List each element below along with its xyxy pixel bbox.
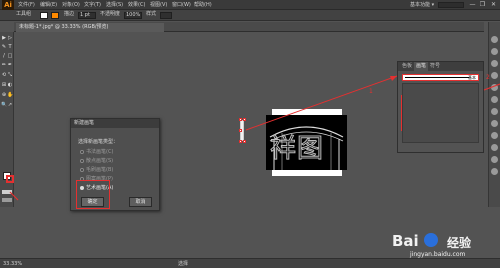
menu-object[interactable]: 对象(O) — [62, 0, 80, 10]
type-tool-icon[interactable]: T — [7, 44, 13, 50]
selection-handle[interactable] — [239, 140, 242, 143]
tab-symbols[interactable]: 符号 — [428, 62, 442, 71]
baidu-paw-icon — [424, 233, 438, 247]
screen-mode-icon[interactable] — [2, 198, 12, 202]
layers-panel-icon[interactable] — [491, 144, 498, 151]
radio-bristle-brush[interactable]: 毛刷画笔(B) — [80, 167, 113, 173]
document-tab-bar: 未标题-1*.jpg* @ 33.33% (RGB/预览) — [14, 22, 484, 32]
radio-label: 毛刷画笔(B) — [86, 167, 114, 173]
menu-window[interactable]: 窗口(W) — [172, 0, 191, 10]
fill-swatch[interactable] — [40, 12, 48, 19]
style-label: 样式 — [146, 11, 157, 17]
annotation-mark — [401, 95, 402, 131]
opacity-label: 不透明度 — [100, 11, 121, 17]
radio-scatter-brush[interactable]: 散点画笔(S) — [80, 158, 113, 164]
gradient-tool-icon[interactable]: ◐ — [7, 82, 13, 88]
selection-handle[interactable] — [239, 118, 242, 121]
radio-dot-icon — [80, 167, 84, 172]
tab-swatches[interactable]: 色板 — [400, 62, 414, 71]
minimize-icon[interactable]: — — [468, 1, 477, 9]
illustrator-window: Ai 文件(F) 编辑(E) 对象(O) 文字(T) 选择(S) 效果(C) 视… — [0, 0, 500, 268]
gradient-panel-icon[interactable] — [491, 96, 498, 103]
direct-selection-tool-icon[interactable]: ▷ — [7, 35, 13, 41]
baidu-jingyan-text: 经验 — [447, 236, 472, 250]
symbols-panel-icon[interactable] — [491, 72, 498, 79]
brush-stroke-preview — [405, 77, 469, 78]
radio-calligraphic-brush[interactable]: 书法画笔(C) — [80, 149, 113, 155]
menu-select[interactable]: 选择(S) — [106, 0, 123, 10]
maximize-icon[interactable]: ❐ — [478, 1, 487, 9]
baidu-jingyan-watermark: Bai 经验 jingyan.baidu.com — [392, 232, 500, 268]
dialog-title: 新建画笔 — [71, 119, 159, 128]
menu-bar: Ai 文件(F) 编辑(E) 对象(O) 文字(T) 选择(S) 效果(C) 视… — [0, 0, 500, 10]
selection-handle[interactable] — [239, 129, 242, 132]
group-label: 工具组 — [16, 11, 32, 17]
radio-label: 书法画笔(C) — [86, 149, 114, 155]
zoom-level[interactable]: 33.33% — [3, 259, 22, 268]
panel-tabs: 色板 画笔 符号 — [398, 62, 483, 71]
stroke-panel-icon[interactable] — [491, 84, 498, 91]
radio-label: 散点画笔(S) — [86, 158, 114, 164]
right-dock — [488, 22, 500, 207]
color-panel-icon[interactable] — [491, 36, 498, 43]
stroke-weight-field[interactable]: 1 pt — [78, 12, 96, 19]
basic-brush-item[interactable]: 基本 — [402, 74, 479, 81]
brushes-panel: 色板 画笔 符号 基本 — [397, 61, 484, 153]
baidu-logo-text: Bai — [392, 232, 419, 250]
color-mode-icon[interactable] — [2, 190, 12, 194]
brush-tool-icon[interactable]: ✒ — [7, 62, 13, 68]
opacity-field[interactable]: 100% — [124, 12, 142, 19]
document-tab[interactable]: 未标题-1*.jpg* @ 33.33% (RGB/预览) — [16, 23, 164, 32]
selection-handle[interactable] — [243, 140, 246, 143]
radio-dot-icon — [80, 149, 84, 154]
annotation-highlight-box — [76, 180, 110, 209]
dialog-prompt: 选择新画笔类型： — [78, 139, 119, 145]
cancel-button[interactable]: 取消 — [129, 197, 152, 207]
artwork-watermark-text: 祥图 — [269, 134, 325, 165]
brush-library-list[interactable] — [402, 83, 479, 143]
rectangle-tool-icon[interactable]: □ — [7, 53, 13, 59]
menu-edit[interactable]: 编辑(E) — [40, 0, 57, 10]
control-bar: 工具组 描边 1 pt 不透明度 100% 样式 — [0, 10, 500, 21]
baidu-url: jingyan.baidu.com — [410, 251, 466, 258]
tools-panel: ▶ ▷ ✎ T / □ ✏ ✒ ⟲ ⤡ ⊞ ◐ ⊕ ✋ 🔍 ↗ — [0, 32, 14, 207]
stroke-swatch[interactable] — [51, 12, 59, 19]
status-text: 选择 — [178, 261, 189, 267]
radio-dot-icon — [80, 158, 84, 163]
scale-tool-icon[interactable]: ⤡ — [7, 72, 13, 78]
appearance-panel-icon[interactable] — [491, 120, 498, 127]
graphic-styles-panel-icon[interactable] — [491, 132, 498, 139]
close-icon[interactable]: ✕ — [489, 1, 498, 9]
annotation-step-1: 1 — [369, 88, 373, 95]
artboard-tool-icon[interactable]: ↗ — [7, 102, 13, 108]
hand-tool-icon[interactable]: ✋ — [7, 92, 13, 98]
transparency-panel-icon[interactable] — [491, 108, 498, 115]
swatches-panel-icon[interactable] — [491, 48, 498, 55]
menu-view[interactable]: 视图(V) — [150, 0, 167, 10]
brushes-panel-icon[interactable] — [491, 60, 498, 67]
align-panel-icon[interactable] — [491, 168, 498, 175]
menu-effect[interactable]: 效果(C) — [128, 0, 145, 10]
ai-logo: Ai — [2, 0, 14, 10]
menu-type[interactable]: 文字(T) — [84, 0, 101, 10]
annotation-step-2: 2 — [486, 74, 490, 81]
search-input[interactable] — [438, 2, 464, 8]
stroke-color-icon[interactable] — [6, 175, 14, 183]
artboards-panel-icon[interactable] — [491, 156, 498, 163]
selection-handle[interactable] — [243, 118, 246, 121]
stroke-label: 描边 — [64, 11, 75, 17]
style-dropdown[interactable] — [160, 12, 172, 19]
workspace-switcher[interactable]: 基本功能 ▾ — [410, 1, 434, 9]
brush-name: 基本 — [468, 75, 476, 80]
tab-brushes[interactable]: 画笔 — [414, 62, 429, 71]
menu-file[interactable]: 文件(F) — [18, 0, 35, 10]
menu-help[interactable]: 帮助(H) — [194, 0, 212, 10]
